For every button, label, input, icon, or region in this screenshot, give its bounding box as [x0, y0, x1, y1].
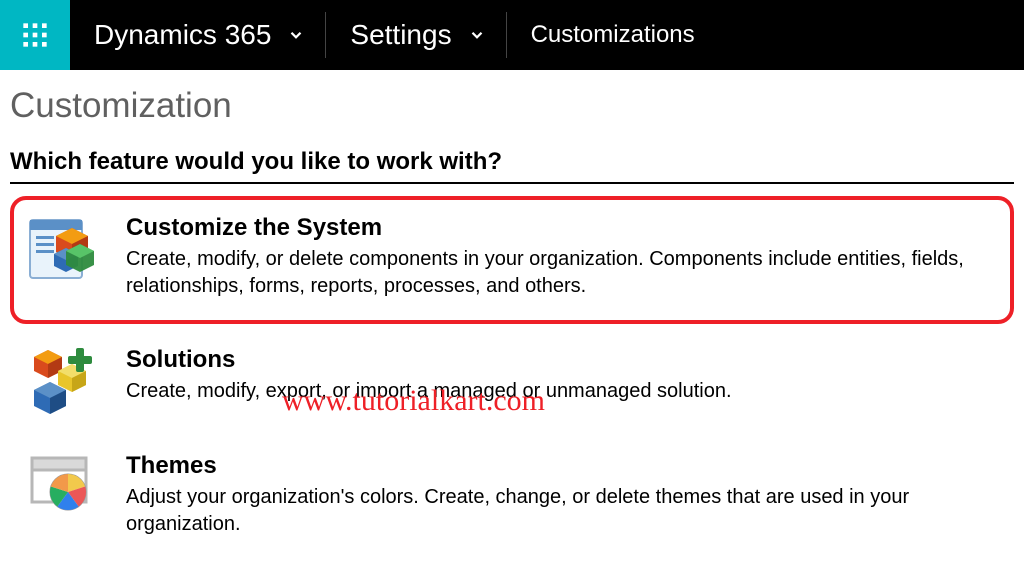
- feature-themes[interactable]: Themes Adjust your organization's colors…: [10, 434, 1014, 552]
- feature-title: Solutions: [126, 346, 1004, 374]
- breadcrumb: Customizations: [507, 21, 719, 49]
- cubes-window-icon: [28, 214, 102, 288]
- nav-section-dropdown[interactable]: Settings: [326, 0, 505, 70]
- chevron-down-icon: [287, 26, 305, 44]
- feature-desc: Create, modify, or delete components in …: [126, 246, 1004, 300]
- subheading: Which feature would you like to work wit…: [10, 148, 1014, 184]
- window-palette-icon: [28, 452, 102, 526]
- page-title: Customization: [0, 70, 1024, 136]
- feature-title: Themes: [126, 452, 1004, 480]
- feature-text: Customize the System Create, modify, or …: [126, 214, 1004, 300]
- feature-text: Themes Adjust your organization's colors…: [126, 452, 1004, 538]
- feature-list: Customize the System Create, modify, or …: [10, 196, 1014, 552]
- feature-desc: Adjust your organization's colors. Creat…: [126, 484, 1004, 538]
- waffle-icon: [21, 21, 49, 49]
- feature-customize-system[interactable]: Customize the System Create, modify, or …: [10, 196, 1014, 324]
- chevron-down-icon: [468, 26, 486, 44]
- feature-desc: Create, modify, export, or import a mana…: [126, 378, 1004, 405]
- cubes-plus-icon: [28, 346, 102, 420]
- content-area: Which feature would you like to work wit…: [0, 136, 1024, 552]
- nav-app-label: Dynamics 365: [94, 19, 271, 51]
- feature-solutions[interactable]: Solutions Create, modify, export, or imp…: [10, 328, 1014, 434]
- app-launcher-button[interactable]: [0, 0, 70, 70]
- nav-app-dropdown[interactable]: Dynamics 365: [70, 0, 325, 70]
- feature-text: Solutions Create, modify, export, or imp…: [126, 346, 1004, 405]
- top-nav-bar: Dynamics 365 Settings Customizations: [0, 0, 1024, 70]
- nav-section-label: Settings: [350, 19, 451, 51]
- feature-title: Customize the System: [126, 214, 1004, 242]
